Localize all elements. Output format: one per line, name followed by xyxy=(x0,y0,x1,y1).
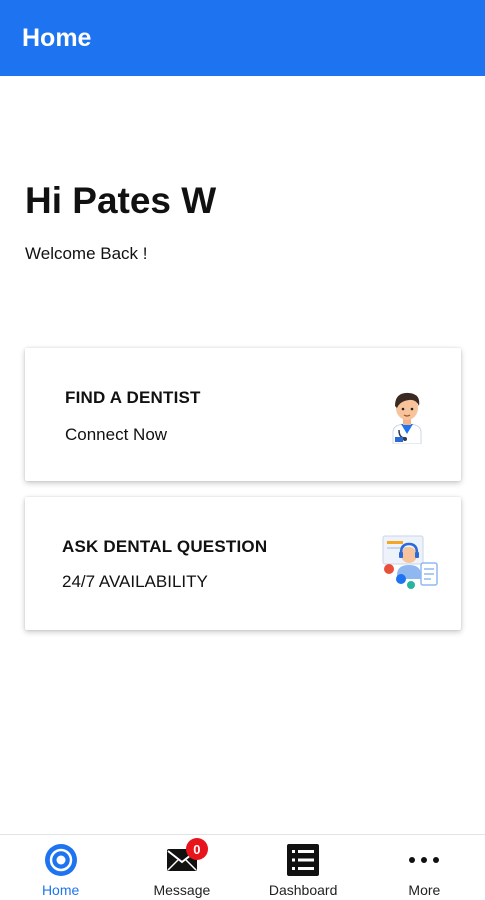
greeting-subtitle: Welcome Back ! xyxy=(25,244,148,263)
nav-label-more: More xyxy=(408,882,441,898)
ask-dental-question-card[interactable]: ASK DENTAL QUESTION 24/7 AVAILABILITY xyxy=(25,497,461,630)
message-count-badge: 0 xyxy=(185,838,208,860)
mail-icon: 0 xyxy=(164,838,208,877)
doctor-icon xyxy=(392,392,422,444)
home-target-icon xyxy=(43,843,79,877)
nav-label-message: Message xyxy=(153,882,211,898)
nav-label-dashboard: Dashboard xyxy=(268,882,338,898)
nav-item-dashboard[interactable]: Dashboard xyxy=(243,835,364,900)
list-icon xyxy=(285,843,321,877)
nav-item-home[interactable]: Home xyxy=(0,835,121,900)
app-bar-title: Home xyxy=(22,23,92,52)
find-dentist-title: FIND A DENTIST xyxy=(65,388,201,407)
more-dots-icon xyxy=(406,843,442,877)
bottom-navigation: Home 0 Message Dashboard More xyxy=(0,834,485,900)
ask-question-subtitle: 24/7 AVAILABILITY xyxy=(62,572,208,591)
ask-question-title: ASK DENTAL QUESTION xyxy=(62,537,268,556)
nav-label-home: Home xyxy=(41,882,80,898)
find-dentist-card[interactable]: FIND A DENTIST Connect Now xyxy=(25,348,461,481)
greeting-title: Hi Pates W xyxy=(25,180,217,221)
support-agent-icon xyxy=(382,535,438,589)
nav-item-message[interactable]: 0 Message xyxy=(121,835,242,900)
nav-item-more[interactable]: More xyxy=(364,835,485,900)
find-dentist-subtitle: Connect Now xyxy=(65,425,168,444)
app-bar: Home xyxy=(0,0,485,76)
